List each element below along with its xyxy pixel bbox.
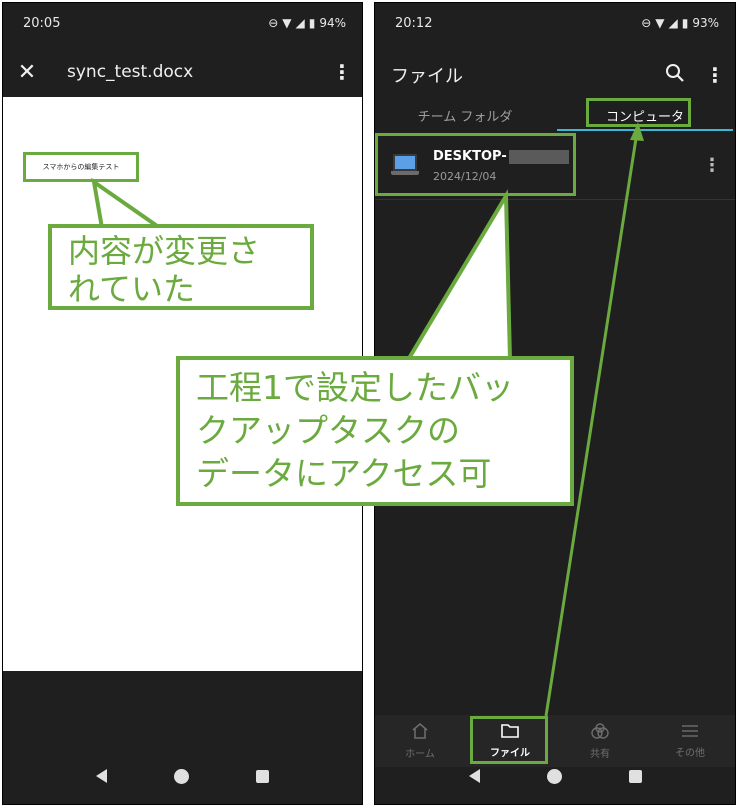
more-options-icon[interactable]: ⋮ (322, 60, 362, 84)
callout-line: データにアクセス可 (196, 454, 492, 493)
highlight-files-nav (470, 716, 548, 764)
search-icon[interactable] (655, 63, 695, 87)
left-system-nav (3, 748, 362, 804)
tab-team-folder[interactable]: チーム フォルダ (375, 99, 555, 131)
dnd-icon: ⊖ (641, 16, 652, 30)
item-more-icon[interactable]: ⋮ (703, 155, 721, 176)
signal-icon: ◢ (295, 16, 305, 30)
status-icons: ⊖ ▼ ◢ ▮ 93% (641, 16, 719, 30)
more-options-icon[interactable]: ⋮ (695, 63, 735, 87)
menu-icon (681, 724, 699, 741)
wifi-icon: ▼ (655, 16, 665, 30)
divider (375, 199, 735, 200)
back-icon[interactable] (468, 769, 480, 783)
battery-icon: ▮ (681, 16, 689, 30)
highlight-desktop-item (375, 133, 576, 196)
status-time: 20:12 (395, 15, 433, 31)
callout-line: クアップタスクの (196, 411, 460, 450)
battery-level: 94% (319, 16, 346, 30)
status-time: 20:05 (23, 15, 61, 31)
files-toolbar: ファイル ⋮ (375, 53, 735, 97)
doc-toolbar: ✕ sync_test.docx ⋮ (3, 47, 362, 97)
battery-icon: ▮ (308, 16, 316, 30)
back-icon[interactable] (96, 769, 108, 783)
callout-line: 内容が変更さ (68, 232, 261, 270)
dnd-icon: ⊖ (268, 16, 279, 30)
home-icon (411, 722, 429, 742)
right-system-nav (375, 748, 735, 804)
signal-icon: ◢ (668, 16, 678, 30)
battery-level: 93% (692, 16, 719, 30)
status-icons: ⊖ ▼ ◢ ▮ 94% (268, 16, 346, 30)
active-tab-indicator (557, 129, 733, 131)
right-callout: 工程1で設定したバッ クアップタスクの データにアクセス可 (176, 356, 574, 506)
doc-title: sync_test.docx (67, 62, 194, 82)
callout-line: れていた (68, 270, 196, 308)
home-circle-icon[interactable] (546, 768, 562, 784)
home-circle-icon[interactable] (173, 768, 189, 784)
close-icon[interactable]: ✕ (3, 60, 51, 85)
left-status-bar: 20:05 ⊖ ▼ ◢ ▮ 94% (3, 3, 362, 43)
wifi-icon: ▼ (282, 16, 292, 30)
files-title: ファイル (391, 66, 463, 87)
document-text: スマホからの編集テスト (23, 152, 139, 182)
recents-icon[interactable] (255, 769, 269, 783)
callout-line: 工程1で設定したバッ (196, 368, 514, 407)
left-callout: 内容が変更さ れていた (48, 224, 314, 310)
share-icon (590, 722, 610, 742)
screenshot-root: 20:05 ⊖ ▼ ◢ ▮ 94% ✕ sync_test.docx ⋮ スマホ… (0, 0, 738, 807)
highlight-computer-tab (586, 98, 691, 127)
recents-icon[interactable] (628, 769, 642, 783)
right-status-bar: 20:12 ⊖ ▼ ◢ ▮ 93% (375, 3, 735, 43)
